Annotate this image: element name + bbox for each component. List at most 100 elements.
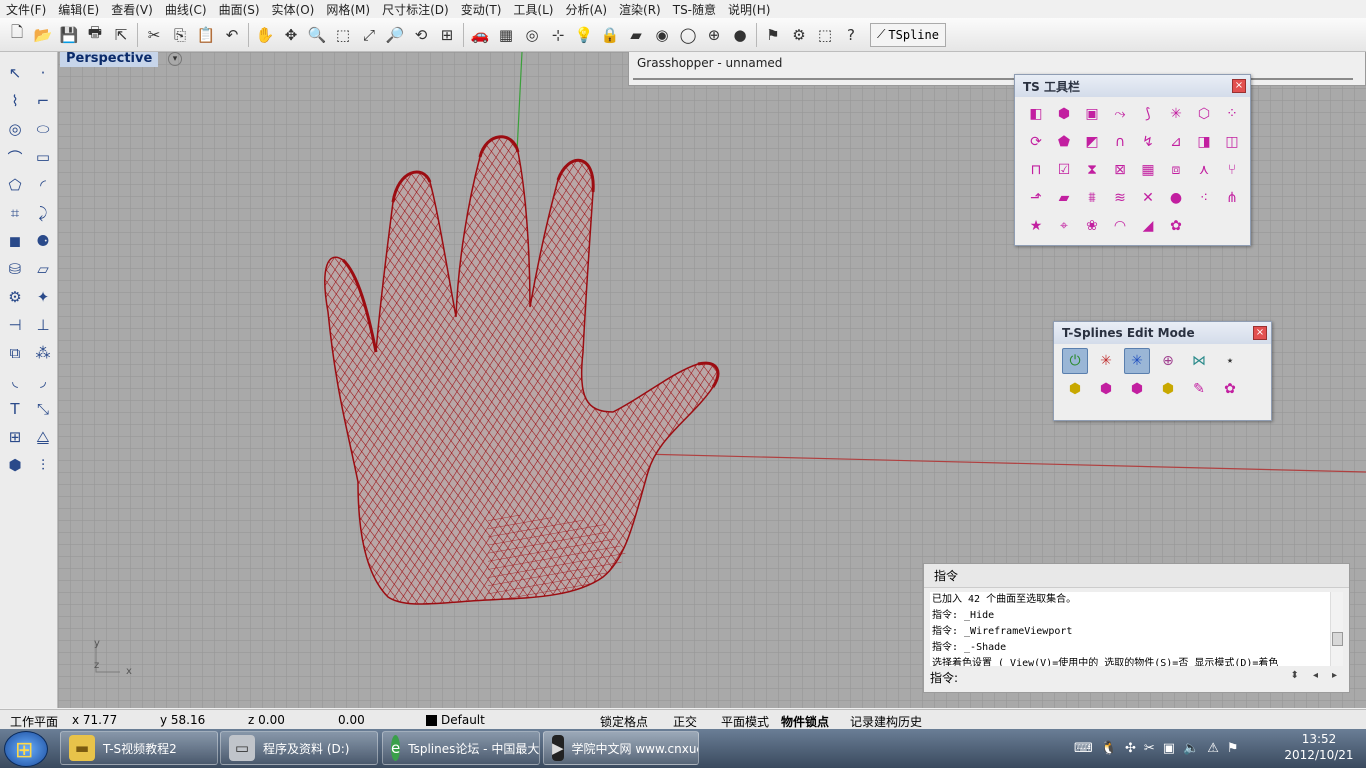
- pan-hand-icon[interactable]: ✋: [253, 23, 277, 47]
- menu-item-12[interactable]: TS-随意: [667, 1, 722, 18]
- snap-icon[interactable]: ⊹: [546, 23, 570, 47]
- zoom-selected-icon[interactable]: 🔎: [383, 23, 407, 47]
- print-icon[interactable]: 🖶: [83, 23, 107, 47]
- trim-icon[interactable]: ⊣: [2, 312, 28, 338]
- qq-icon[interactable]: 🐧: [1101, 741, 1117, 756]
- axis-local-icon[interactable]: ✳: [1124, 348, 1150, 374]
- split-icon[interactable]: ⊥: [30, 312, 56, 338]
- viewport-title[interactable]: Perspective: [60, 52, 159, 67]
- security-icon[interactable]: ⚠: [1207, 741, 1219, 756]
- rectangle-icon[interactable]: ▭: [30, 144, 56, 170]
- ts-arch-icon[interactable]: ∩: [1107, 129, 1133, 155]
- viewport-menu-arrow-icon[interactable]: ▾: [168, 52, 182, 66]
- flag-icon[interactable]: ⚑: [1227, 741, 1239, 756]
- ts-grid-x-icon[interactable]: ⊠: [1107, 157, 1133, 183]
- power-icon[interactable]: ⏻: [1062, 348, 1088, 374]
- zoom-window-icon[interactable]: ⬚: [331, 23, 355, 47]
- toggle-ortho[interactable]: 正交: [673, 713, 697, 730]
- plane-surface-icon[interactable]: ▱: [30, 256, 56, 282]
- ts-star-icon[interactable]: ★: [1023, 213, 1049, 239]
- surface-edit-icon[interactable]: ⌗: [2, 200, 28, 226]
- menu-item-10[interactable]: 分析(A): [559, 1, 613, 18]
- tspline-toolbar-button[interactable]: ⟋ TSpline: [870, 22, 946, 47]
- paste-icon[interactable]: 📋: [194, 23, 218, 47]
- boolean-icon[interactable]: ⧉: [2, 340, 28, 366]
- ts-dots-icon[interactable]: ⁘: [1219, 101, 1245, 127]
- lock-icon[interactable]: 🔒: [598, 23, 622, 47]
- ts-gear-icon[interactable]: ✿: [1163, 213, 1189, 239]
- ts-panel-close-button[interactable]: ×: [1232, 79, 1246, 93]
- shaded-sphere-icon[interactable]: ●: [728, 23, 752, 47]
- edge-cube-icon[interactable]: ⬢: [1093, 376, 1119, 402]
- menu-item-13[interactable]: 说明(H): [722, 1, 776, 18]
- tools-icon[interactable]: ✂: [1144, 741, 1155, 756]
- select-arrow-icon[interactable]: ↖: [2, 60, 28, 86]
- spheres-icon[interactable]: ⚈: [30, 228, 56, 254]
- zoom-extents-icon[interactable]: ⤢: [357, 23, 381, 47]
- circle-target-icon[interactable]: ◎: [520, 23, 544, 47]
- ts-fill-icon[interactable]: ⩩: [1079, 185, 1105, 211]
- ts-cross-icon[interactable]: ✕: [1135, 185, 1161, 211]
- box-icon[interactable]: ◼: [2, 228, 28, 254]
- ts-wave-icon[interactable]: ≋: [1107, 185, 1133, 211]
- task-drive[interactable]: ▭ 程序及资料 (D:): [220, 731, 378, 765]
- axis-world-icon[interactable]: ✳: [1093, 348, 1119, 374]
- group-icon[interactable]: ⁂: [30, 340, 56, 366]
- rectangle-corner-icon[interactable]: ⌐: [30, 88, 56, 114]
- ts-pipe-icon[interactable]: ⟆: [1135, 101, 1161, 127]
- options-icon[interactable]: ⬚: [813, 23, 837, 47]
- import-icon[interactable]: ⇱: [109, 23, 133, 47]
- mirror-icon[interactable]: ⧋: [30, 424, 56, 450]
- new-file-icon[interactable]: 🗋: [5, 23, 29, 47]
- ts-strip-icon[interactable]: ◢: [1135, 213, 1161, 239]
- ts-connect-icon[interactable]: ⋔: [1219, 185, 1245, 211]
- ts-frame-icon[interactable]: ▣: [1079, 101, 1105, 127]
- ts-pentagon-icon[interactable]: ⬟: [1051, 129, 1077, 155]
- ts-ring-icon[interactable]: ◠: [1107, 213, 1133, 239]
- menu-item-1[interactable]: 编辑(E): [52, 1, 105, 18]
- toggle-planar[interactable]: 平面模式: [721, 713, 769, 730]
- ellipse-icon[interactable]: ⬭: [30, 116, 56, 142]
- task-folder[interactable]: ▬ T-S视频教程2: [60, 731, 218, 765]
- ts-weld-icon[interactable]: ⧗: [1079, 157, 1105, 183]
- circle-icon[interactable]: ◎: [2, 116, 28, 142]
- menu-item-8[interactable]: 变动(T): [455, 1, 508, 18]
- ts-check-icon[interactable]: ☑: [1051, 157, 1077, 183]
- grid-icon[interactable]: ▦: [494, 23, 518, 47]
- zoom-icon[interactable]: 🔍: [305, 23, 329, 47]
- face-cube-icon[interactable]: ⬢: [1062, 376, 1088, 402]
- ts-target-icon[interactable]: ⌖: [1051, 213, 1077, 239]
- brush-icon[interactable]: ✎: [1186, 376, 1212, 402]
- keyboard-icon[interactable]: ⌨: [1074, 741, 1093, 756]
- scale-icon[interactable]: ⤡: [30, 396, 56, 422]
- gears-icon[interactable]: ⚙: [2, 284, 28, 310]
- polygon-icon[interactable]: ⬠: [2, 172, 28, 198]
- color-wheel-icon[interactable]: ◉: [650, 23, 674, 47]
- command-input[interactable]: [960, 669, 1334, 685]
- ts-arrow-face-icon[interactable]: ⬏: [1023, 185, 1049, 211]
- menu-item-11[interactable]: 渲染(R): [613, 1, 667, 18]
- start-button[interactable]: ⊞: [4, 731, 48, 767]
- copy-icon[interactable]: ⎘: [168, 23, 192, 47]
- edit-panel-close-button[interactable]: ×: [1253, 326, 1267, 340]
- menu-item-7[interactable]: 尺寸标注(D): [376, 1, 455, 18]
- layer-icon[interactable]: ▰: [624, 23, 648, 47]
- solid-icon[interactable]: ⬢: [2, 452, 28, 478]
- ts-layer-icon[interactable]: ⧈: [1163, 157, 1189, 183]
- text-icon[interactable]: T: [2, 396, 28, 422]
- twist-icon[interactable]: ⤸: [30, 200, 56, 226]
- rotate-view-icon[interactable]: ✥: [279, 23, 303, 47]
- ts-extrude-icon[interactable]: ⬡: [1191, 101, 1217, 127]
- toggle-grid-snap[interactable]: 锁定格点: [600, 713, 648, 730]
- hand-mesh-model[interactable]: [324, 135, 720, 605]
- ts-petal-icon[interactable]: ❀: [1079, 213, 1105, 239]
- polyline-icon[interactable]: ⌇: [2, 88, 28, 114]
- scatter-axis-icon[interactable]: ⋆: [1217, 348, 1243, 374]
- ts-slant-icon[interactable]: ▰: [1051, 185, 1077, 211]
- light-bulb-icon[interactable]: 💡: [572, 23, 596, 47]
- vertex-cube-icon[interactable]: ⬢: [1124, 376, 1150, 402]
- ts-bend-icon[interactable]: ↯: [1135, 129, 1161, 155]
- arc-icon[interactable]: ◜: [30, 172, 56, 198]
- menu-item-0[interactable]: 文件(F): [0, 1, 52, 18]
- fillet-icon[interactable]: ◟: [2, 368, 28, 394]
